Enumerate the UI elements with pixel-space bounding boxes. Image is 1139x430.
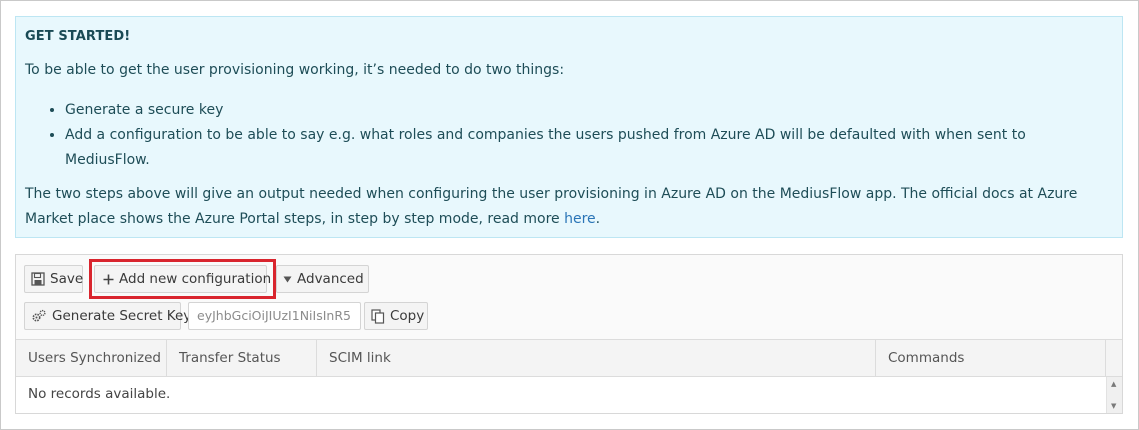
copy-button[interactable]: Copy [364,302,428,330]
get-started-panel: GET STARTED! To be able to get the user … [15,16,1123,238]
generate-secret-key-button[interactable]: Generate Secret Key [24,302,191,330]
window-frame: GET STARTED! To be able to get the user … [0,0,1139,430]
gears-icon [31,308,47,324]
column-header-users-synchronized[interactable]: Users Synchronized [16,340,167,377]
vertical-scrollbar[interactable]: ▲ ▼ [1106,377,1122,413]
column-header-commands[interactable]: Commands [876,340,1106,377]
caret-down-icon [283,271,292,287]
advanced-button[interactable]: Advanced [276,265,369,293]
outro-body: The two steps above will give an output … [25,186,1078,227]
scroll-down-icon[interactable]: ▼ [1111,402,1116,410]
list-item: Add a configuration to be able to say e.… [65,123,1095,173]
table-body: No records available. ▲ ▼ [16,377,1122,413]
column-header-transfer-status[interactable]: Transfer Status [167,340,317,377]
outro-text: The two steps above will give an output … [25,182,1115,232]
copy-label: Copy [390,308,425,324]
steps-list: Generate a secure key Add a configuratio… [25,98,1095,173]
save-label: Save [50,271,84,287]
table-header: Users Synchronized Transfer Status SCIM … [16,339,1122,377]
copy-icon [371,308,385,324]
generate-secret-key-label: Generate Secret Key [52,308,192,324]
intro-text: To be able to get the user provisioning … [25,62,565,78]
save-icon [31,271,45,287]
add-new-configuration-label: Add new configuration [119,271,272,287]
scroll-up-icon[interactable]: ▲ [1111,380,1116,388]
outro-period: . [595,211,601,227]
add-new-configuration-button[interactable]: Add new configuration [94,265,271,293]
save-button[interactable]: Save [24,265,83,293]
secret-key-field[interactable]: eyJhbGciOiJIUzI1NiIsInR5 [188,302,361,330]
no-records-message: No records available. [28,386,171,402]
plus-icon [103,271,114,287]
column-header-scim-link[interactable]: SCIM link [317,340,876,377]
configuration-grid: Save Add new configuration Advanced Gene… [15,254,1123,414]
list-item: Generate a secure key [65,98,1095,123]
advanced-label: Advanced [297,271,364,287]
get-started-title: GET STARTED! [25,29,131,44]
read-more-link[interactable]: here [564,211,596,227]
